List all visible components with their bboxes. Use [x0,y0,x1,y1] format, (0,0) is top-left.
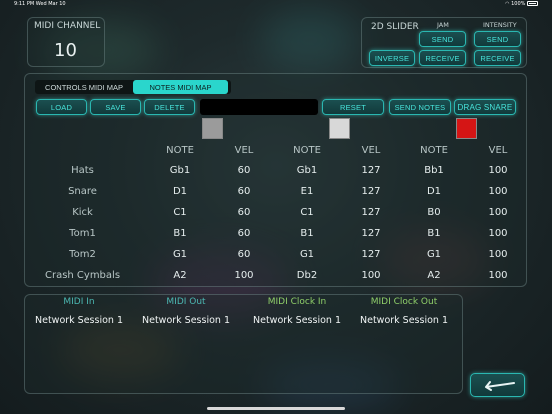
preset-name-input[interactable] [200,99,318,115]
reset-button[interactable]: RESET [322,99,384,115]
tab-controls-midi-map[interactable]: CONTROLS MIDI MAP [37,80,131,94]
note-cell[interactable]: Db2 [282,270,332,281]
send-notes-button[interactable]: SEND NOTES [389,99,451,115]
velocity-cell[interactable]: 127 [346,249,396,260]
velocity-cell[interactable]: 100 [473,249,523,260]
header-vel-3: VEL [488,145,508,156]
slider-2d-label: 2D SLIDER [371,22,419,32]
header-note-3: NOTE [420,145,448,156]
note-cell[interactable]: B1 [282,228,332,239]
midi-clock-out-session[interactable]: Network Session 1 [349,315,459,326]
midi-clock-out-label: MIDI Clock Out [370,297,438,307]
velocity-cell[interactable]: 60 [219,207,269,218]
status-right: ◠ 100% [505,1,538,7]
jam-send-button[interactable]: SEND [419,31,466,47]
midi-clock-in-session[interactable]: Network Session 1 [242,315,352,326]
note-cell[interactable]: Gb1 [155,165,205,176]
note-cell[interactable]: G1 [409,249,459,260]
wifi-icon: ◠ [505,1,510,7]
intensity-receive-button[interactable]: RECEIVE [474,50,521,66]
load-button[interactable]: LOAD [36,99,87,115]
row-label: Kick [72,207,93,218]
battery-icon [527,1,538,6]
sessions-panel [24,294,463,394]
note-cell[interactable]: Bb1 [409,165,459,176]
velocity-cell[interactable]: 127 [346,207,396,218]
drag-snare-button[interactable]: DRAG SNARE [454,99,516,115]
row-label: Tom2 [69,249,96,260]
velocity-cell[interactable]: 60 [219,165,269,176]
header-vel-2: VEL [361,145,381,156]
header-vel-1: VEL [234,145,254,156]
midi-channel-label: MIDI CHANNEL [34,21,101,31]
note-cell[interactable]: B1 [155,228,205,239]
note-cell[interactable]: A2 [409,270,459,281]
intensity-label: INTENSITY [483,21,517,29]
midi-out-label: MIDI Out [166,297,206,307]
color-swatch-gray[interactable] [202,118,223,139]
header-note-1: NOTE [166,145,194,156]
battery-percent: 100% [511,1,526,7]
row-label: Snare [68,186,97,197]
velocity-cell[interactable]: 127 [346,228,396,239]
return-button[interactable] [470,373,525,397]
velocity-cell[interactable]: 127 [346,165,396,176]
note-cell[interactable]: C1 [282,207,332,218]
intensity-send-button[interactable]: SEND [474,31,521,47]
note-cell[interactable]: E1 [282,186,332,197]
midi-out-session[interactable]: Network Session 1 [131,315,241,326]
tab-bar: CONTROLS MIDI MAP NOTES MIDI MAP [35,80,231,94]
bg-blob [260,10,360,70]
home-indicator [207,407,345,410]
note-cell[interactable]: A2 [155,270,205,281]
midi-clock-in-label: MIDI Clock In [267,297,327,307]
midi-in-session[interactable]: Network Session 1 [24,315,134,326]
status-bar: 9:11 PM Wed Mar 10 ◠ 100% [0,0,552,9]
note-cell[interactable]: B1 [409,228,459,239]
velocity-cell[interactable]: 100 [473,207,523,218]
jam-receive-button[interactable]: RECEIVE [419,50,466,66]
velocity-cell[interactable]: 100 [219,270,269,281]
color-swatch-light[interactable] [329,118,350,139]
row-label: Tom1 [69,228,96,239]
header-note-2: NOTE [293,145,321,156]
jam-label: JAM [437,21,449,29]
note-cell[interactable]: D1 [155,186,205,197]
color-swatch-red[interactable] [456,118,477,139]
note-cell[interactable]: Gb1 [282,165,332,176]
velocity-cell[interactable]: 60 [219,228,269,239]
note-cell[interactable]: D1 [409,186,459,197]
midi-channel-value[interactable]: 10 [54,40,77,61]
velocity-cell[interactable]: 127 [346,186,396,197]
midi-channel-panel: MIDI CHANNEL 10 [27,17,105,67]
note-cell[interactable]: B0 [409,207,459,218]
note-cell[interactable]: G1 [155,249,205,260]
status-time: 9:11 PM Wed Mar 10 [14,1,66,7]
note-cell[interactable]: C1 [155,207,205,218]
velocity-cell[interactable]: 60 [219,249,269,260]
velocity-cell[interactable]: 100 [473,165,523,176]
delete-button[interactable]: DELETE [144,99,195,115]
note-cell[interactable]: G1 [282,249,332,260]
midi-in-label: MIDI In [63,297,95,307]
tab-notes-midi-map[interactable]: NOTES MIDI MAP [133,80,228,94]
save-button[interactable]: SAVE [90,99,141,115]
velocity-cell[interactable]: 100 [473,186,523,197]
velocity-cell[interactable]: 100 [473,228,523,239]
row-label: Hats [71,165,94,176]
row-label: Crash Cymbals [44,270,121,281]
return-arrow-icon [484,381,515,391]
velocity-cell[interactable]: 100 [346,270,396,281]
inverse-button[interactable]: INVERSE [369,50,415,66]
velocity-cell[interactable]: 100 [473,270,523,281]
velocity-cell[interactable]: 60 [219,186,269,197]
